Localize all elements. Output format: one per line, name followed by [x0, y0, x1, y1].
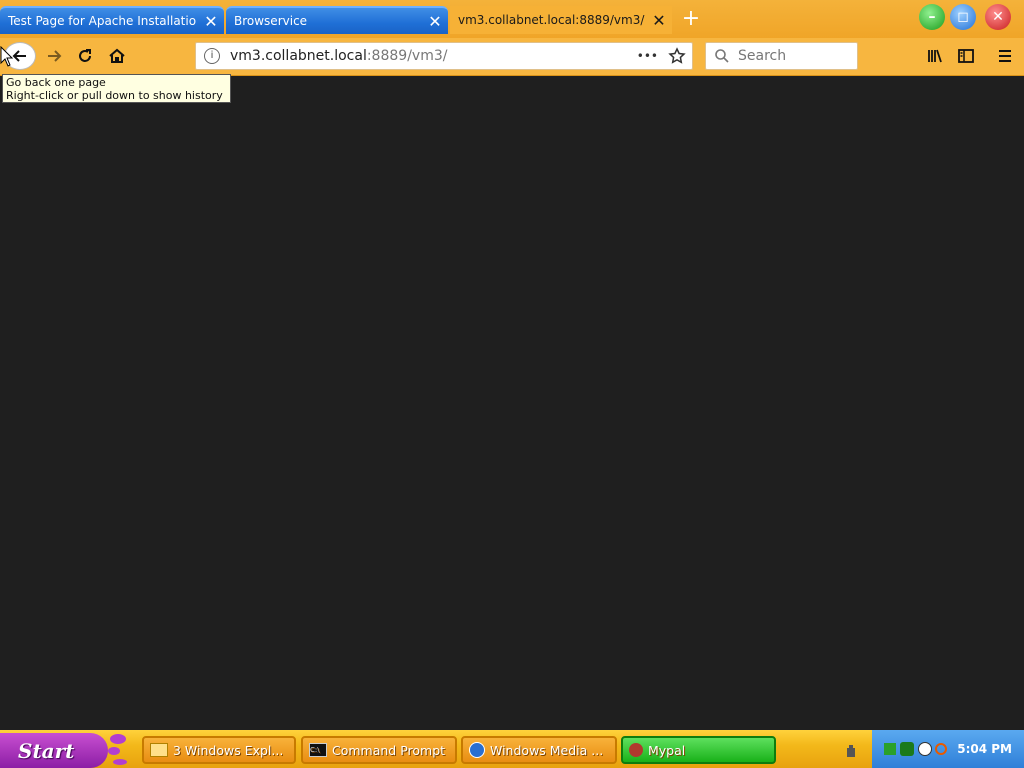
library-icon: [928, 49, 942, 63]
network-icon[interactable]: [884, 743, 896, 755]
console-icon: C:\: [309, 743, 327, 757]
url-host: vm3.collabnet.local: [230, 48, 367, 64]
search-box[interactable]: Search: [705, 42, 858, 70]
restore-icon: ◻: [957, 9, 969, 25]
page-actions-button[interactable]: •••: [637, 49, 658, 63]
start-decoration-icon: [108, 734, 127, 765]
maximize-button[interactable]: ◻: [950, 4, 976, 30]
browser-icon: [629, 743, 643, 757]
sidebar-icon: [958, 49, 974, 63]
arrow-right-icon: [48, 50, 62, 62]
taskbar-command-prompt[interactable]: C:\ Command Prompt: [301, 736, 457, 764]
language-bar-icon[interactable]: [845, 744, 857, 758]
taskbar-mypal[interactable]: Mypal: [621, 736, 776, 764]
minimize-button[interactable]: –: [919, 4, 945, 30]
sidebar-button[interactable]: [952, 43, 980, 69]
reload-icon: [79, 49, 91, 62]
close-tab-icon[interactable]: ✕: [646, 11, 672, 30]
home-icon: [109, 48, 125, 63]
mouse-cursor-icon: [0, 46, 14, 67]
close-window-button[interactable]: ✕: [985, 4, 1011, 30]
bookmark-star-icon[interactable]: [668, 47, 686, 65]
reload-button[interactable]: [71, 43, 99, 69]
url-path: :8889/vm3/: [366, 48, 448, 64]
page-content[interactable]: [0, 76, 1024, 730]
taskbar-windows-media[interactable]: Windows Media ...: [461, 736, 617, 764]
menu-button[interactable]: [991, 43, 1019, 69]
back-button-tooltip: Go back one page Right-click or pull dow…: [2, 74, 231, 103]
folder-icon: [150, 743, 168, 757]
search-tray-icon[interactable]: [935, 743, 947, 755]
tab-strip: Test Page for Apache Installatio ✕ Brows…: [0, 0, 1024, 38]
minimize-icon: –: [928, 9, 936, 25]
tab-apache-test-page[interactable]: Test Page for Apache Installatio ✕: [0, 6, 224, 34]
system-tray: 5:04 PM: [872, 730, 1024, 768]
search-placeholder: Search: [738, 48, 787, 64]
close-icon: ✕: [992, 9, 1004, 25]
taskbar-windows-explorer[interactable]: 3 Windows Expl...: [142, 736, 296, 764]
security-icon[interactable]: [900, 742, 914, 756]
clock[interactable]: 5:04 PM: [957, 742, 1012, 756]
media-player-icon: [469, 742, 485, 758]
close-tab-icon[interactable]: ✕: [198, 12, 224, 31]
new-tab-button[interactable]: +: [678, 6, 704, 32]
start-button[interactable]: Start: [0, 733, 108, 768]
home-button[interactable]: [103, 43, 131, 69]
forward-button[interactable]: [40, 43, 68, 69]
address-bar[interactable]: i vm3.collabnet.local :8889/vm3/ •••: [195, 42, 693, 70]
tab-vm3[interactable]: vm3.collabnet.local:8889/vm3/ ✕: [450, 6, 672, 34]
tab-browservice[interactable]: Browservice ✕: [226, 6, 448, 34]
library-button[interactable]: [921, 43, 949, 69]
hamburger-menu-icon: [999, 50, 1011, 62]
close-tab-icon[interactable]: ✕: [422, 12, 448, 31]
info-icon[interactable]: i: [204, 48, 220, 64]
tray-app-icon[interactable]: [918, 742, 932, 756]
search-icon: [715, 49, 729, 63]
